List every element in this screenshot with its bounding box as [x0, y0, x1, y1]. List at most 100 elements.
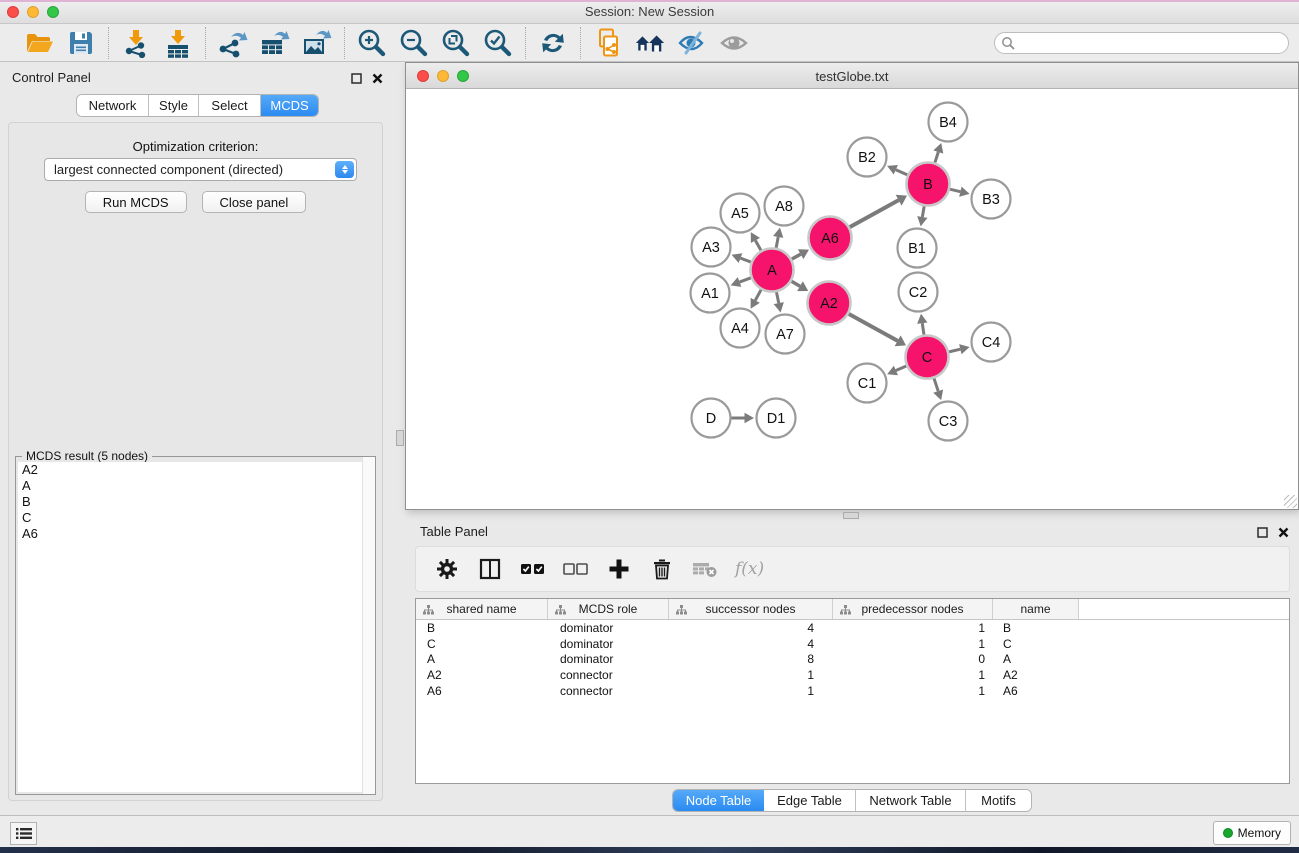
- graph-node-A5[interactable]: A5: [721, 194, 760, 233]
- network-graph[interactable]: B4B2BB3A8A5A6A3B1AA1C2A2A4A7C4CC1C3DD1: [406, 89, 1298, 510]
- graph-edge-A6-B[interactable]: [850, 200, 899, 227]
- graph-node-C4[interactable]: C4: [972, 323, 1011, 362]
- select-all-icon[interactable]: [520, 556, 546, 582]
- search-input[interactable]: [994, 32, 1289, 54]
- graph-node-A1[interactable]: A1: [691, 274, 730, 313]
- export-image-icon[interactable]: [301, 27, 333, 59]
- graph-node-A4[interactable]: A4: [721, 309, 760, 348]
- save-session-icon[interactable]: [65, 27, 97, 59]
- float-table-panel-icon[interactable]: [1257, 526, 1268, 541]
- close-panel-icon[interactable]: [372, 72, 383, 87]
- delete-column-trash-icon[interactable]: [649, 556, 675, 582]
- table-row[interactable]: Bdominator41B: [416, 620, 1289, 636]
- mcds-result-item[interactable]: A: [18, 478, 373, 494]
- clone-network-icon[interactable]: [592, 27, 624, 59]
- graph-node-C[interactable]: C: [906, 336, 949, 379]
- graph-edge-A-A4[interactable]: [755, 290, 761, 301]
- column-header-shared-name[interactable]: shared name: [416, 599, 548, 619]
- result-list-scrollbar[interactable]: [362, 457, 375, 794]
- table-cell[interactable]: dominator: [548, 652, 669, 666]
- graph-edge-C-C2[interactable]: [922, 323, 924, 335]
- show-columns-icon[interactable]: [477, 556, 503, 582]
- graph-edge-A-A1[interactable]: [740, 278, 751, 282]
- refresh-layout-icon[interactable]: [537, 27, 569, 59]
- float-panel-icon[interactable]: [351, 72, 362, 87]
- graph-node-B2[interactable]: B2: [848, 138, 887, 177]
- import-table-icon[interactable]: [162, 27, 194, 59]
- mcds-result-item[interactable]: A6: [18, 526, 373, 542]
- table-cell[interactable]: 0: [833, 652, 993, 666]
- table-row[interactable]: Adominator80A: [416, 652, 1289, 668]
- hide-selected-icon[interactable]: [676, 27, 708, 59]
- export-table-icon[interactable]: [259, 27, 291, 59]
- graph-node-B3[interactable]: B3: [972, 180, 1011, 219]
- table-cell[interactable]: 1: [833, 684, 993, 698]
- graph-node-A3[interactable]: A3: [692, 228, 731, 267]
- graph-node-A2[interactable]: A2: [808, 282, 851, 325]
- graph-edge-C-C1[interactable]: [896, 366, 906, 371]
- task-history-button[interactable]: [10, 822, 37, 845]
- table-cell[interactable]: C: [416, 637, 548, 651]
- table-cell[interactable]: A: [416, 652, 548, 666]
- graph-node-D1[interactable]: D1: [757, 399, 796, 438]
- table-cell[interactable]: A6: [416, 684, 548, 698]
- table-cell[interactable]: 4: [669, 621, 833, 635]
- tab-motifs[interactable]: Motifs: [966, 790, 1031, 811]
- graph-node-C3[interactable]: C3: [929, 402, 968, 441]
- table-cell[interactable]: C: [993, 637, 1079, 651]
- table-cell[interactable]: connector: [548, 684, 669, 698]
- table-cell[interactable]: 8: [669, 652, 833, 666]
- table-cell[interactable]: 1: [833, 621, 993, 635]
- zoom-selected-icon[interactable]: [482, 27, 514, 59]
- table-row[interactable]: Cdominator41C: [416, 636, 1289, 652]
- column-header-name[interactable]: name: [993, 599, 1079, 619]
- column-header-MCDS-role[interactable]: MCDS role: [548, 599, 669, 619]
- graph-edge-C-C3[interactable]: [934, 378, 938, 391]
- table-cell[interactable]: 1: [669, 668, 833, 682]
- tab-node-table[interactable]: Node Table: [673, 790, 764, 811]
- tab-style[interactable]: Style: [149, 95, 199, 116]
- graph-edge-A-A7[interactable]: [776, 292, 778, 303]
- memory-button[interactable]: Memory: [1213, 821, 1291, 845]
- table-cell[interactable]: 4: [669, 637, 833, 651]
- graph-edge-B-B4[interactable]: [935, 152, 938, 163]
- tab-network-table[interactable]: Network Table: [856, 790, 966, 811]
- table-cell[interactable]: B: [416, 621, 548, 635]
- export-network-icon[interactable]: [217, 27, 249, 59]
- graph-edge-A-A2[interactable]: [791, 281, 800, 286]
- network-window-titlebar[interactable]: testGlobe.txt: [406, 63, 1298, 89]
- network-canvas[interactable]: B4B2BB3A8A5A6A3B1AA1C2A2A4A7C4CC1C3DD1: [406, 89, 1298, 509]
- zoom-fit-icon[interactable]: [440, 27, 472, 59]
- mcds-result-list[interactable]: A2ABCA6: [18, 462, 373, 792]
- table-cell[interactable]: dominator: [548, 637, 669, 651]
- mcds-result-item[interactable]: B: [18, 494, 373, 510]
- node-table[interactable]: shared nameMCDS rolesuccessor nodesprede…: [415, 598, 1290, 784]
- table-cell[interactable]: connector: [548, 668, 669, 682]
- graph-node-B1[interactable]: B1: [898, 229, 937, 268]
- table-settings-gear-icon[interactable]: [434, 556, 460, 582]
- zoom-in-icon[interactable]: [356, 27, 388, 59]
- zoom-out-icon[interactable]: [398, 27, 430, 59]
- network-overview-icon[interactable]: [634, 27, 666, 59]
- graph-edge-A-A5[interactable]: [755, 240, 761, 250]
- deselect-all-icon[interactable]: [563, 556, 589, 582]
- table-cell[interactable]: 1: [833, 668, 993, 682]
- graph-edge-A2-C[interactable]: [849, 314, 898, 341]
- tab-network[interactable]: Network: [77, 95, 149, 116]
- graph-node-A7[interactable]: A7: [766, 315, 805, 354]
- import-network-icon[interactable]: [120, 27, 152, 59]
- graph-edge-C-C4[interactable]: [949, 349, 960, 352]
- table-row[interactable]: A2connector11A2: [416, 667, 1289, 683]
- table-cell[interactable]: 1: [669, 684, 833, 698]
- close-panel-button[interactable]: Close panel: [202, 191, 307, 213]
- table-cell[interactable]: B: [993, 621, 1079, 635]
- table-cell[interactable]: A6: [993, 684, 1079, 698]
- graph-edge-A-A6[interactable]: [792, 254, 801, 259]
- criterion-dropdown[interactable]: largest connected component (directed): [44, 158, 357, 181]
- graph-node-A6[interactable]: A6: [809, 217, 852, 260]
- table-cell[interactable]: 1: [833, 637, 993, 651]
- graph-node-C2[interactable]: C2: [899, 273, 938, 312]
- table-cell[interactable]: A2: [993, 668, 1079, 682]
- graph-edge-B-B3[interactable]: [950, 189, 960, 191]
- mcds-result-item[interactable]: C: [18, 510, 373, 526]
